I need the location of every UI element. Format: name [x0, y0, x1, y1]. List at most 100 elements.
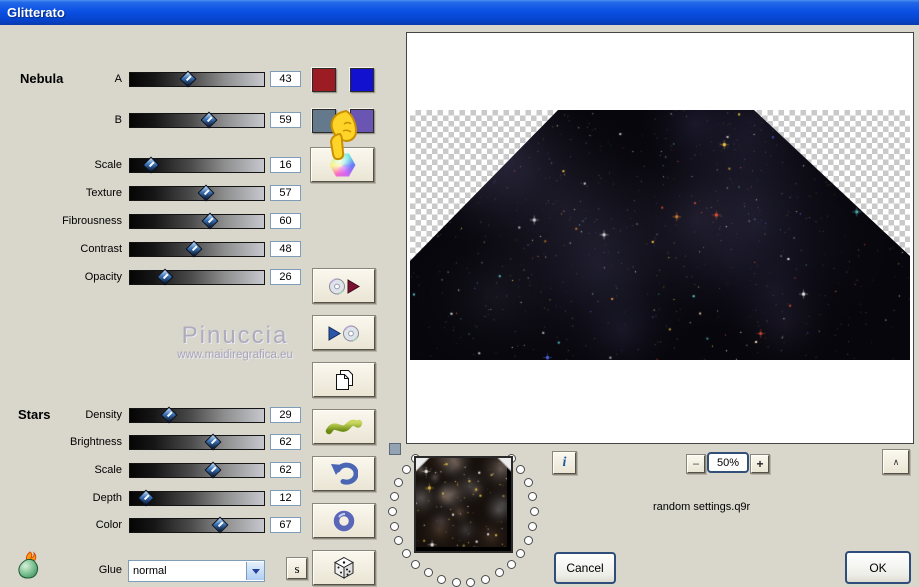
- memory-dot[interactable]: [506, 559, 516, 569]
- nebula-contrast-slider[interactable]: [129, 240, 265, 257]
- stars-depth-slider[interactable]: [129, 489, 265, 506]
- save-settings-button[interactable]: [313, 269, 375, 303]
- nebula-b-row: B: [0, 111, 301, 129]
- stars-color-value-input[interactable]: [270, 517, 301, 533]
- nebula-opacity-slider[interactable]: [129, 268, 265, 285]
- stars-brightness-value-input[interactable]: [270, 434, 301, 450]
- memory-dot[interactable]: [516, 465, 526, 475]
- slider-thumb[interactable]: [200, 111, 218, 128]
- slider-thumb[interactable]: [204, 433, 222, 450]
- copy-settings-button[interactable]: [313, 363, 375, 397]
- memory-dot[interactable]: [451, 577, 461, 587]
- slider-thumb[interactable]: [137, 489, 155, 506]
- memory-dot[interactable]: [516, 548, 526, 558]
- slider-label: Brightness: [70, 436, 122, 448]
- stars-color-row: Color: [0, 516, 301, 534]
- nebula-b-slider[interactable]: [129, 111, 265, 128]
- memory-dot[interactable]: [389, 521, 399, 531]
- transparency-checkerboard: [410, 110, 910, 360]
- memory-dot[interactable]: [530, 507, 539, 516]
- nebula-preview-image: [410, 110, 910, 360]
- nebula-fibrousness-slider[interactable]: [129, 212, 265, 229]
- nebula-texture-value-input[interactable]: [270, 185, 301, 201]
- memory-dot[interactable]: [394, 478, 404, 488]
- nebula-contrast-value-input[interactable]: [270, 241, 301, 257]
- undo-arrow-icon: [331, 462, 358, 485]
- glue-selected-value: normal: [133, 565, 167, 577]
- title-bar[interactable]: Glitterato: [0, 0, 919, 25]
- ok-button[interactable]: OK: [845, 551, 911, 584]
- slider-label: Density: [85, 409, 122, 421]
- glue-select[interactable]: normal: [128, 560, 265, 582]
- memory-dot[interactable]: [466, 577, 476, 587]
- memory-dot[interactable]: [423, 568, 433, 578]
- slider-thumb[interactable]: [197, 184, 215, 201]
- memory-dot[interactable]: [437, 574, 447, 584]
- glue-s-button[interactable]: s: [287, 558, 307, 579]
- memory-dot[interactable]: [494, 568, 504, 578]
- stars-color-slider[interactable]: [129, 516, 265, 533]
- glue-wave-button[interactable]: [313, 410, 375, 444]
- stars-scale-row: Scale: [0, 461, 301, 479]
- stars-brightness-slider[interactable]: [129, 433, 265, 450]
- stars-density-value-input[interactable]: [270, 407, 301, 423]
- memory-dot[interactable]: [523, 535, 533, 545]
- collapse-button[interactable]: ∧: [883, 450, 909, 474]
- watermark-name: Pinuccia: [181, 322, 289, 349]
- preview-pane[interactable]: [406, 32, 914, 444]
- memory-dot[interactable]: [480, 574, 490, 584]
- stars-scale-value-input[interactable]: [270, 462, 301, 478]
- memory-dot[interactable]: [389, 492, 399, 502]
- seed-thumbnail-image: [416, 458, 511, 551]
- pointing-hand-cursor: [329, 110, 358, 161]
- slider-thumb[interactable]: [211, 516, 229, 533]
- slider-label: A: [114, 73, 122, 85]
- memory-slot-square[interactable]: [389, 443, 401, 455]
- zoom-in-button[interactable]: +: [751, 455, 769, 473]
- seed-thumbnail[interactable]: [414, 456, 513, 553]
- memory-dot[interactable]: [411, 559, 421, 569]
- zoom-out-button[interactable]: −: [687, 455, 705, 473]
- combo-dropdown-arrow-icon[interactable]: [246, 562, 264, 580]
- stars-depth-value-input[interactable]: [270, 490, 301, 506]
- memory-dot[interactable]: [528, 492, 538, 502]
- cancel-button[interactable]: Cancel: [554, 552, 616, 584]
- watermark-url: www.maidiregrafica.eu: [177, 349, 293, 361]
- memory-dot[interactable]: [528, 521, 538, 531]
- nebula-opacity-value-input[interactable]: [270, 269, 301, 285]
- stars-density-row: Density: [0, 406, 301, 424]
- nebula-color-a-2-swatch[interactable]: [350, 68, 374, 92]
- stars-brightness-row: Brightness: [0, 433, 301, 451]
- nebula-color-a-1-swatch[interactable]: [312, 68, 336, 92]
- memory-dot[interactable]: [388, 507, 397, 516]
- slider-thumb[interactable]: [160, 406, 178, 423]
- nebula-scale-value-input[interactable]: [270, 157, 301, 173]
- random-dice-button[interactable]: [313, 551, 375, 585]
- nebula-scale-slider[interactable]: [129, 156, 265, 173]
- nebula-b-value-input[interactable]: [270, 112, 301, 128]
- slider-thumb[interactable]: [185, 240, 203, 257]
- stars-density-slider[interactable]: [129, 406, 265, 423]
- info-button[interactable]: i: [553, 452, 576, 474]
- original-ring-button[interactable]: [313, 504, 375, 538]
- nebula-a-value-input[interactable]: [270, 71, 301, 87]
- memory-dot[interactable]: [523, 478, 533, 488]
- nebula-texture-slider[interactable]: [129, 184, 265, 201]
- slider-thumb[interactable]: [201, 212, 219, 229]
- thumbnail-canvas: [416, 458, 507, 547]
- slider-thumb[interactable]: [204, 461, 222, 478]
- nebula-a-slider[interactable]: [129, 70, 265, 87]
- nebula-fibrousness-value-input[interactable]: [270, 213, 301, 229]
- slider-label: Color: [95, 519, 122, 531]
- memory-dot[interactable]: [401, 548, 411, 558]
- memory-dot[interactable]: [401, 465, 411, 475]
- slider-label: Scale: [94, 159, 122, 171]
- slider-thumb[interactable]: [142, 156, 160, 173]
- undo-button[interactable]: [313, 457, 375, 491]
- stars-scale-slider[interactable]: [129, 461, 265, 478]
- memory-dot[interactable]: [394, 535, 404, 545]
- slider-thumb[interactable]: [156, 268, 174, 285]
- nebula-a-row: A: [0, 70, 301, 88]
- slider-thumb[interactable]: [179, 70, 197, 87]
- slider-label: Scale: [94, 464, 122, 476]
